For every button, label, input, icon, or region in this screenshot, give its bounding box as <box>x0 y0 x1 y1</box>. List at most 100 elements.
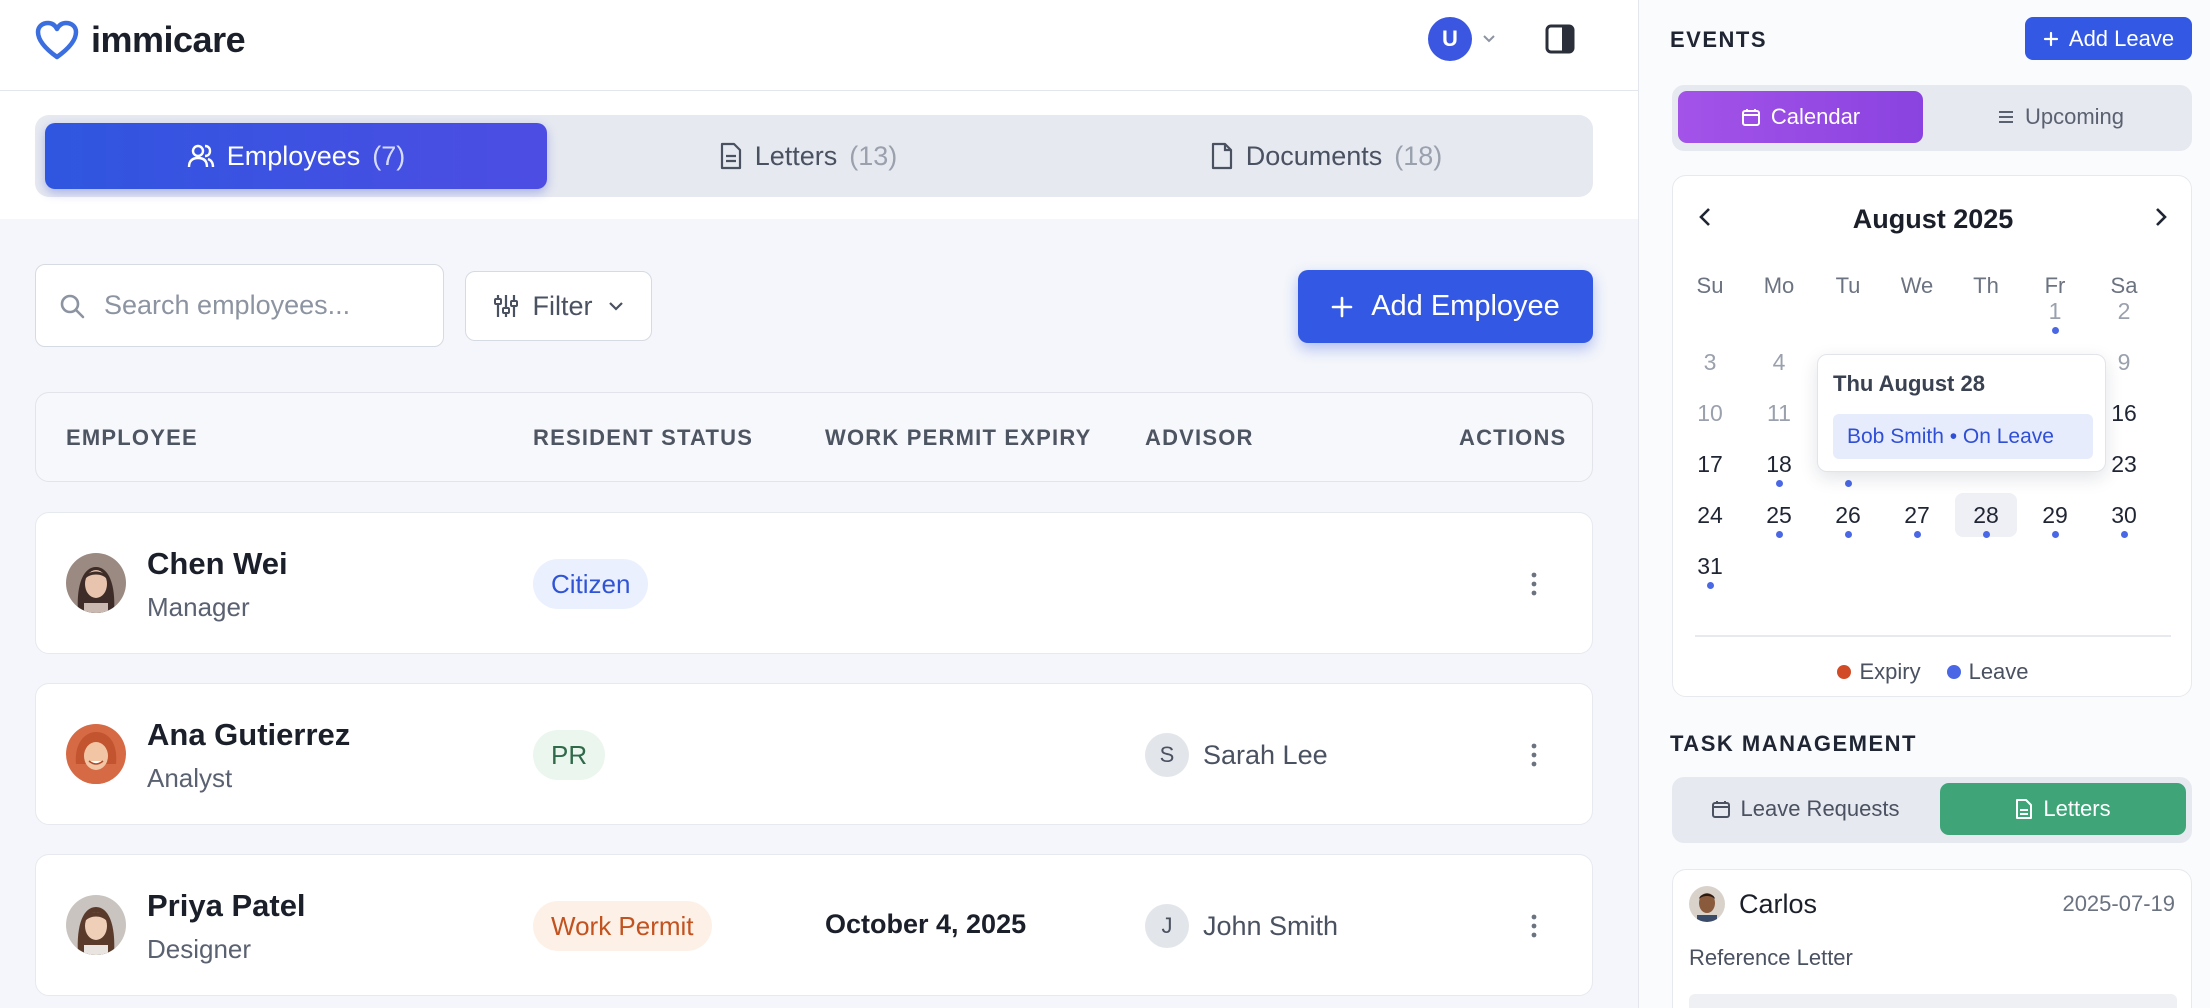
tab-label: Letters <box>2043 796 2111 821</box>
tooltip-event[interactable]: Bob Smith • On Leave <box>1833 414 2093 459</box>
avatar <box>66 553 126 613</box>
filter-label: Filter <box>532 290 593 321</box>
employee-role: Designer <box>147 934 252 964</box>
chevron-down-icon[interactable] <box>1481 30 1497 46</box>
tab-upcoming[interactable]: Upcoming <box>1935 91 2186 143</box>
calendar-month: August 2025 <box>1852 204 2014 234</box>
tab-label: Calendar <box>1770 104 1861 129</box>
legend-item-leave: Leave <box>1946 659 2029 685</box>
more-actions-icon[interactable] <box>1530 571 1538 597</box>
table-row[interactable]: Priya Patel Designer Work Permit October… <box>35 854 1593 996</box>
calendar-day[interactable]: 10 <box>1679 391 1741 435</box>
column-header-advisor[interactable]: ADVISOR <box>1145 425 1254 451</box>
tab-label: Letters <box>754 140 838 171</box>
filter-button[interactable]: Filter <box>465 271 652 341</box>
advisor: S Sarah Lee <box>1145 733 1328 777</box>
task-view-toggle: Leave Requests Letters <box>1672 777 2192 843</box>
employee-name[interactable]: Chen Wei <box>147 546 288 582</box>
advisor-avatar: J <box>1145 904 1189 948</box>
employee-name[interactable]: Ana Gutierrez <box>147 717 350 753</box>
tab-documents[interactable]: Documents (18) <box>1069 123 1583 189</box>
employee-role: Analyst <box>147 763 233 793</box>
leave-event-dot <box>1982 531 1990 538</box>
legend-label: Expiry <box>1859 659 1921 684</box>
employee-role: Manager <box>147 592 250 622</box>
legend-item-expiry: Expiry <box>1837 659 1921 685</box>
leave-event-dot <box>2120 531 2128 538</box>
leave-event-dot <box>1706 582 1714 589</box>
tab-letters-tasks[interactable]: Letters <box>1940 783 2186 835</box>
plus-icon <box>2043 31 2059 47</box>
tab-letters[interactable]: Letters (13) <box>557 123 1059 189</box>
search-icon <box>58 292 86 320</box>
add-leave-button[interactable]: Add Leave <box>2025 17 2192 60</box>
task-card[interactable]: Carlos 2025-07-19 Reference Letter <box>1672 869 2192 1008</box>
weekday-label: Mo <box>1763 273 1795 298</box>
calendar-day[interactable]: 17 <box>1679 442 1741 486</box>
column-header-work-permit-expiry[interactable]: WORK PERMIT EXPIRY <box>825 425 1091 451</box>
user-avatar[interactable]: U <box>1428 17 1472 61</box>
status-badge: Citizen <box>533 559 649 609</box>
weekday-label: Th <box>1973 273 1999 298</box>
task-date: 2025-07-19 <box>2062 891 2175 916</box>
work-permit-expiry: October 4, 2025 <box>825 909 1027 939</box>
calendar-day[interactable]: 24 <box>1679 493 1741 537</box>
task-name: Carlos <box>1739 889 1818 919</box>
tab-count: (7) <box>372 140 406 171</box>
more-actions-icon[interactable] <box>1530 913 1538 939</box>
table-header: EMPLOYEE RESIDENT STATUS WORK PERMIT EXP… <box>35 392 1593 482</box>
chevron-right-icon[interactable] <box>2149 206 2171 228</box>
more-actions-icon[interactable] <box>1530 742 1538 768</box>
table-row[interactable]: Chen Wei Manager Citizen <box>35 512 1593 654</box>
tab-leave-requests[interactable]: Leave Requests <box>1678 783 1932 835</box>
leave-event-dot <box>1844 480 1852 487</box>
task-action-button[interactable] <box>1689 994 2177 1008</box>
tab-label: Leave Requests <box>1740 796 1900 821</box>
tab-count: (13) <box>849 140 898 171</box>
leave-event-dot <box>1775 531 1783 538</box>
table-row[interactable]: Ana Gutierrez Analyst PR S Sarah Lee <box>35 683 1593 825</box>
tab-label: Upcoming <box>2024 104 2125 129</box>
users-icon <box>187 142 215 170</box>
tab-bar-wrapper: Employees (7) Letters (13) Documents (18… <box>0 91 1638 219</box>
add-employee-label: Add Employee <box>1371 290 1560 322</box>
add-leave-label: Add Leave <box>2068 25 2175 51</box>
tab-calendar[interactable]: Calendar <box>1678 91 1923 143</box>
tab-label: Documents <box>1245 140 1383 171</box>
plus-icon <box>1331 296 1353 318</box>
advisor: J John Smith <box>1145 904 1338 948</box>
task-type: Reference Letter <box>1689 945 1853 970</box>
tab-bar: Employees (7) Letters (13) Documents (18… <box>35 115 1593 197</box>
calendar-day[interactable]: 4 <box>1748 340 1810 384</box>
tab-count: (18) <box>1394 140 1443 171</box>
calendar-day[interactable]: 3 <box>1679 340 1741 384</box>
calendar-icon <box>1711 799 1731 819</box>
leave-event-dot <box>1844 531 1852 538</box>
day-tooltip: Thu August 28 Bob Smith • On Leave <box>1817 354 2106 472</box>
document-text-icon <box>719 142 743 170</box>
events-view-toggle: Calendar Upcoming <box>1672 85 2192 151</box>
add-employee-button[interactable]: Add Employee <box>1298 270 1593 343</box>
task-management-title: TASK MANAGEMENT <box>1670 731 1917 756</box>
search-input[interactable] <box>104 290 404 321</box>
tab-employees[interactable]: Employees (7) <box>45 123 547 189</box>
events-title: EVENTS <box>1670 27 1768 52</box>
legend-label: Leave <box>1968 659 2029 684</box>
employee-name[interactable]: Priya Patel <box>147 888 306 924</box>
calendar-legend: Expiry Leave <box>1673 659 2193 685</box>
column-header-actions: ACTIONS <box>1459 425 1567 450</box>
list-icon <box>1997 108 2015 126</box>
divider <box>1695 635 2171 637</box>
column-header-resident-status[interactable]: RESIDENT STATUS <box>533 425 753 451</box>
search-box[interactable] <box>35 264 444 347</box>
column-header-employee[interactable]: EMPLOYEE <box>66 425 198 451</box>
main-panel: immicare U Employees (7) Letters (13) Do… <box>0 0 1638 1008</box>
calendar-day[interactable]: 11 <box>1748 391 1810 435</box>
events-sidebar: EVENTS Add Leave Calendar Upcoming Augus… <box>1638 0 2210 1008</box>
calendar-day[interactable]: 2 <box>2093 289 2155 333</box>
sidebar-toggle-icon[interactable] <box>1545 24 1575 54</box>
status-badge: PR <box>533 730 606 780</box>
chevron-down-icon <box>607 297 625 315</box>
app-logo[interactable]: immicare <box>35 19 246 61</box>
leave-event-dot <box>1913 531 1921 538</box>
